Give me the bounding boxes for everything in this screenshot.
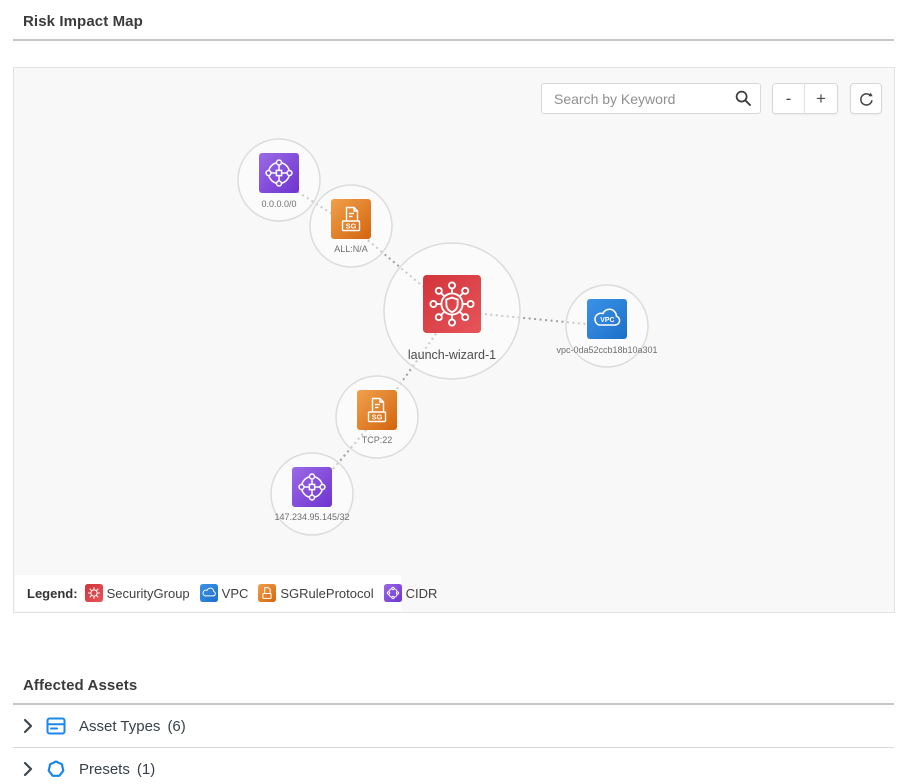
legend-label: VPC [222, 586, 249, 601]
cidr-icon [292, 467, 332, 507]
security-group-icon [85, 584, 103, 602]
asset-row-presets[interactable]: Presets (1) [13, 748, 894, 784]
risk-impact-map-canvas: - + [13, 67, 895, 613]
map-section-header: Risk Impact Map [13, 0, 894, 41]
svg-text:SG: SG [346, 222, 357, 231]
legend-item-security-group: SecurityGroup [85, 584, 190, 602]
presets-icon [46, 759, 66, 779]
legend-item-sgrule-protocol: SGRuleProtocol [258, 584, 373, 602]
vpc-icon [200, 584, 218, 602]
affected-assets-header: Affected Assets [13, 664, 894, 705]
node-label: TCP:22 [362, 435, 393, 445]
node-label: 147.234.95.145/32 [274, 512, 349, 522]
risk-impact-map-page: Risk Impact Map - + [0, 0, 907, 784]
cidr-icon [259, 153, 299, 193]
node-cidr-host[interactable] [292, 467, 332, 507]
legend-item-cidr: CIDR [384, 584, 438, 602]
node-label: launch-wizard-1 [408, 348, 496, 362]
node-vpc[interactable]: VPC [587, 299, 627, 339]
node-label: vpc-0da52ccb18b10a301 [556, 345, 657, 355]
node-security-group[interactable] [423, 275, 481, 333]
node-label: 0.0.0.0/0 [261, 199, 296, 209]
sgrule-protocol-icon [258, 584, 276, 602]
legend-label: SGRuleProtocol [280, 586, 373, 601]
cidr-icon [384, 584, 402, 602]
asset-row-count: (6) [167, 718, 185, 735]
legend-item-vpc: VPC [200, 584, 249, 602]
asset-row-label: Asset Types [79, 718, 160, 735]
svg-text:VPC: VPC [600, 317, 614, 324]
sgrule-protocol-icon: SG [357, 390, 397, 430]
security-group-icon [423, 275, 481, 333]
asset-types-icon [46, 716, 66, 736]
node-sgrule-all[interactable]: SG [331, 199, 371, 239]
vpc-icon: VPC [587, 299, 627, 339]
sgrule-protocol-icon: SG [331, 199, 371, 239]
node-label: ALL:N/A [334, 244, 368, 254]
node-cidr-any[interactable] [259, 153, 299, 193]
asset-row-label: Presets [79, 761, 130, 778]
chevron-right-icon[interactable] [23, 761, 33, 777]
graph-edges-layer [14, 68, 894, 612]
affected-assets-title: Affected Assets [23, 677, 884, 694]
page-title: Risk Impact Map [23, 13, 884, 30]
node-sgrule-tcp22[interactable]: SG [357, 390, 397, 430]
legend-title: Legend: [27, 586, 78, 601]
svg-text:SG: SG [372, 413, 383, 422]
legend-label: CIDR [406, 586, 438, 601]
asset-row-asset-types[interactable]: Asset Types (6) [13, 705, 894, 748]
map-legend: Legend: SecurityGroup [15, 575, 401, 611]
asset-row-count: (1) [137, 761, 155, 778]
legend-label: SecurityGroup [107, 586, 190, 601]
chevron-right-icon[interactable] [23, 718, 33, 734]
